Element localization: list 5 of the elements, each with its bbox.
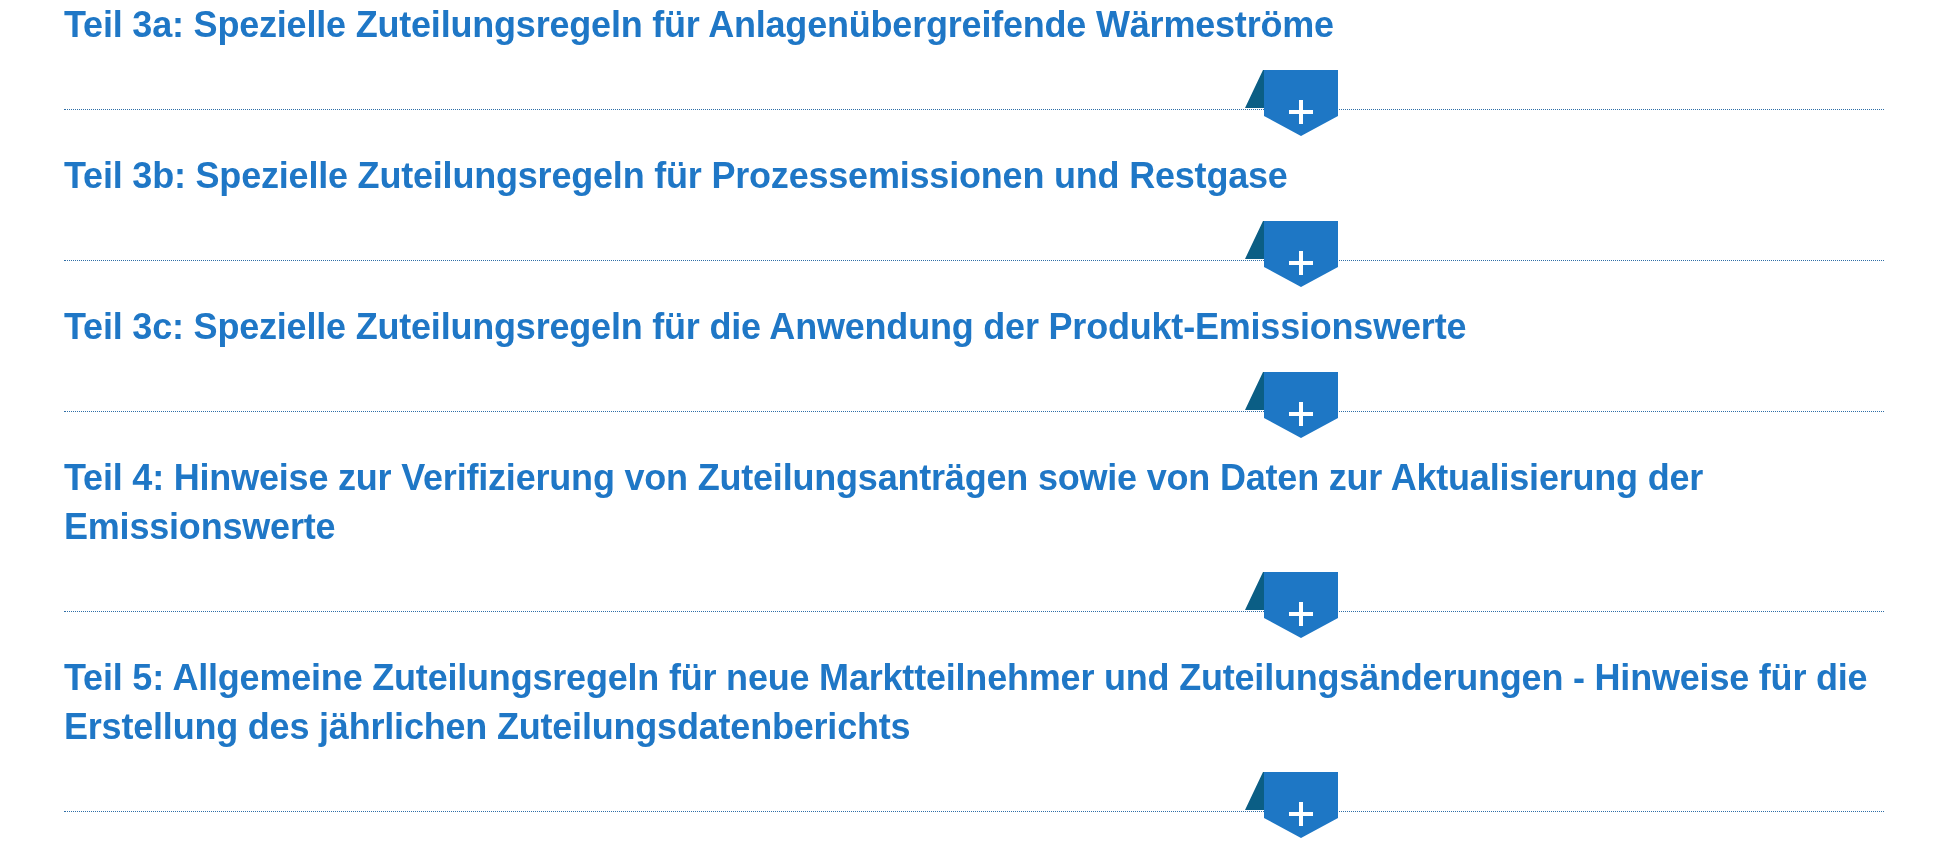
accordion-title[interactable]: Teil 4: Hinweise zur Verifizierung von Zuteilungsanträgen sowie von Daten zur Aktualisierung der Emissionswerte [64, 453, 1884, 551]
accordion-title[interactable]: Teil 3a: Spezielle Zuteilungsregeln für Anlagenübergreifende Wärmeströme [64, 0, 1884, 49]
accordion-title[interactable]: Teil 3c: Spezielle Zuteilungsregeln für die Anwendung der Produkt-Emissionswerte [64, 302, 1884, 351]
accordion-title[interactable]: Teil 3b: Spezielle Zuteilungsregeln für Prozessemissionen und Restgase [64, 151, 1884, 200]
accordion-title[interactable]: Teil 5: Allgemeine Zuteilungsregeln für neue Marktteilnehmer und Zuteilungsänderungen - Hinweise für die Erstellung des jährlichen Zuteilungsdatenberichts [64, 653, 1884, 751]
